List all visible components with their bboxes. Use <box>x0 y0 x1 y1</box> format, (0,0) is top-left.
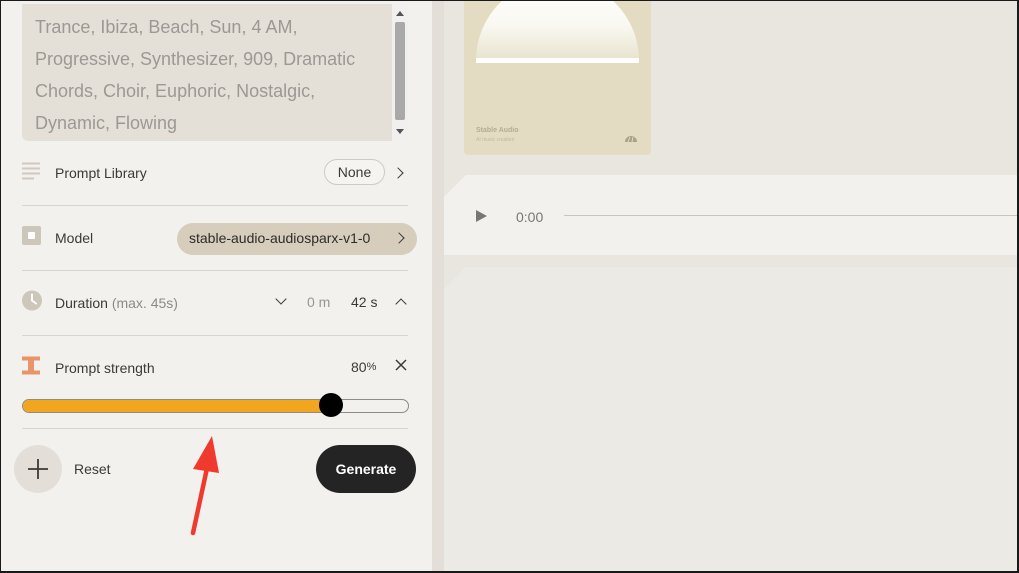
model-value: stable-audio-audiosparx-v1-0 <box>189 230 371 246</box>
prompt-text[interactable]: Trance, Ibiza, Beach, Sun, 4 AM, Progres… <box>35 11 390 139</box>
stable-audio-logo-icon <box>625 136 637 142</box>
album-art-arch <box>476 1 639 63</box>
prompt-textarea[interactable]: Trance, Ibiza, Beach, Sun, 4 AM, Progres… <box>22 4 408 141</box>
prompt-strength-slider[interactable] <box>22 399 409 413</box>
model-selector[interactable]: stable-audio-audiosparx-v1-0 <box>177 223 417 255</box>
chevron-down-icon[interactable] <box>275 293 287 305</box>
chevron-right-icon <box>393 232 405 244</box>
generate-button[interactable]: Generate <box>316 445 416 493</box>
prompt-library-label: Prompt Library <box>55 165 147 181</box>
scroll-up-arrow-icon[interactable] <box>396 11 404 16</box>
scroll-thumb[interactable] <box>395 22 405 120</box>
audio-player: 0:00 <box>444 175 1017 255</box>
add-button[interactable] <box>14 445 62 493</box>
duration-seconds[interactable]: 42 s <box>351 294 377 310</box>
list-lines-icon <box>22 162 42 185</box>
prompt-library-row[interactable]: Prompt Library None <box>22 141 408 205</box>
playback-progress-bar[interactable] <box>564 215 1017 216</box>
clock-icon <box>22 290 42 316</box>
slider-thumb[interactable] <box>319 393 343 417</box>
prompt-strength-value: 80% <box>351 359 377 375</box>
duration-label: Duration (max. 45s) <box>55 295 178 311</box>
prompt-library-value[interactable]: None <box>324 159 385 185</box>
album-subtitle: AI music creation <box>476 137 515 143</box>
duration-row: Duration (max. 45s) 0 m 42 s <box>22 271 408 335</box>
album-title: Stable Audio <box>476 127 519 134</box>
play-icon[interactable] <box>476 210 487 222</box>
reset-button[interactable]: Reset <box>74 461 111 477</box>
prompt-scrollbar[interactable] <box>392 4 408 141</box>
model-square-icon <box>22 226 41 250</box>
current-time: 0:00 <box>516 209 544 225</box>
plus-icon <box>28 459 48 479</box>
close-icon[interactable] <box>394 358 408 372</box>
app-window: Trance, Ibiza, Beach, Sun, 4 AM, Progres… <box>1 1 1017 571</box>
chevron-up-icon[interactable] <box>395 298 407 310</box>
prompt-strength-label: Prompt strength <box>55 360 155 376</box>
i-beam-icon <box>22 356 40 380</box>
annotation-arrow-icon <box>190 436 219 536</box>
output-area <box>444 267 1017 571</box>
model-row[interactable]: Model stable-audio-audiosparx-v1-0 <box>22 206 417 270</box>
chevron-right-icon[interactable] <box>392 167 404 179</box>
prompt-strength-row: Prompt strength 80% <box>22 336 408 400</box>
scroll-down-arrow-icon[interactable] <box>396 129 404 134</box>
model-label: Model <box>55 230 94 246</box>
album-art-card[interactable]: Stable Audio AI music creation <box>464 1 651 155</box>
album-art-bar <box>476 58 639 63</box>
panel-gutter <box>432 1 444 571</box>
slider-fill <box>23 400 331 412</box>
duration-minutes[interactable]: 0 m <box>307 294 330 310</box>
